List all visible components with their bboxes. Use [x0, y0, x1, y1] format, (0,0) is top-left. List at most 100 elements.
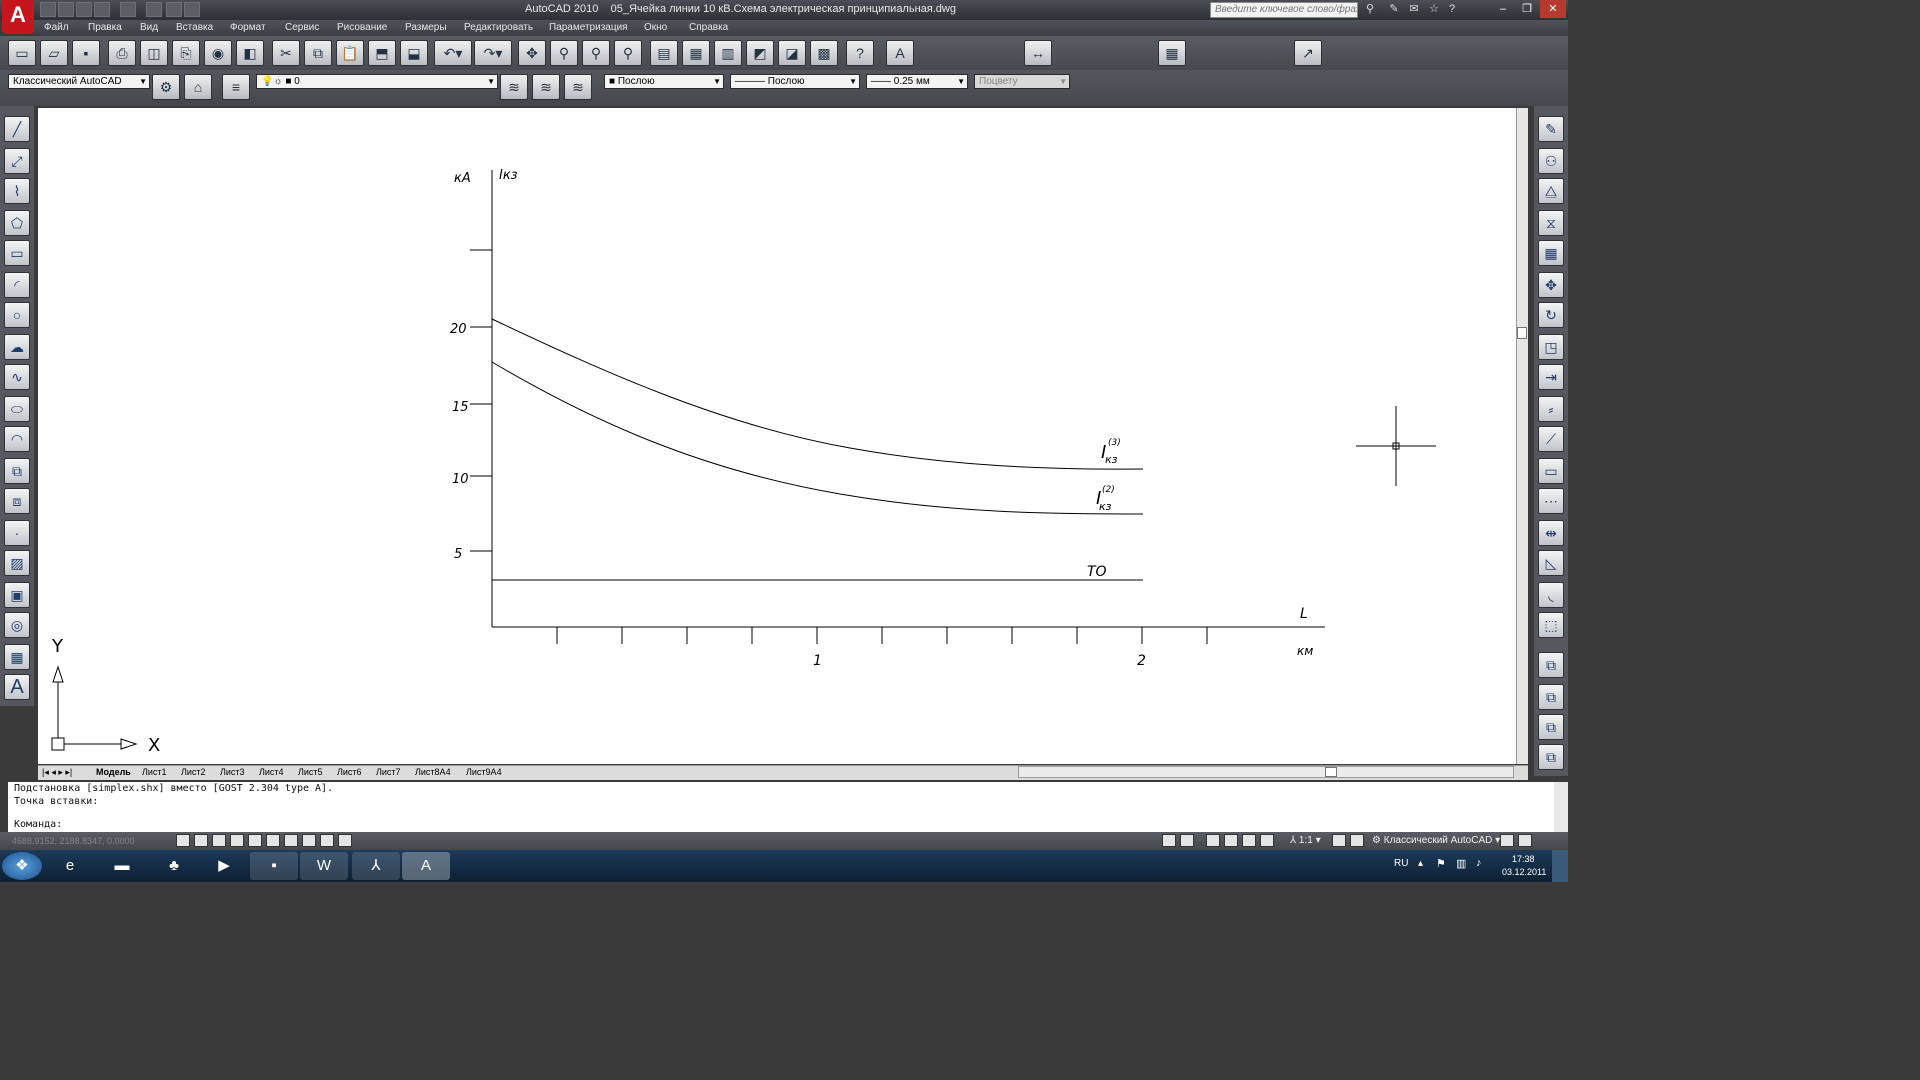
ortho-toggle[interactable]: [212, 834, 226, 847]
gradient-icon[interactable]: ▣: [4, 582, 30, 608]
help-button[interactable]: ?: [846, 40, 874, 66]
array-icon[interactable]: ▦: [1538, 240, 1564, 266]
layer-state-button[interactable]: ≋: [564, 74, 592, 100]
menu-item[interactable]: Справка: [689, 22, 728, 33]
zoom-status-button[interactable]: [1224, 834, 1238, 847]
horizontal-scrollbar[interactable]: [1018, 766, 1514, 778]
acrobat-icon[interactable]: ⅄: [352, 852, 400, 880]
command-scrollbar[interactable]: [1554, 782, 1568, 832]
annotation-scale[interactable]: ⅄ 1:1 ▾: [1290, 835, 1321, 846]
block-editor-button[interactable]: ⬓: [400, 40, 428, 66]
linetype-select[interactable]: ——— Послою ▼: [730, 74, 860, 89]
scale-icon[interactable]: ◳: [1538, 334, 1564, 360]
zoom-realtime-button[interactable]: ⚲: [550, 40, 578, 66]
revision-cloud-icon[interactable]: ☁: [4, 334, 30, 360]
close-file-icon[interactable]: [184, 2, 200, 17]
menu-item[interactable]: Файл: [44, 22, 69, 33]
draw-order-back-icon[interactable]: ⧉: [1538, 684, 1564, 710]
polygon-icon[interactable]: ⬠: [4, 210, 30, 236]
zoom-window-button[interactable]: ⚲: [582, 40, 610, 66]
table-icon[interactable]: ▦: [4, 644, 30, 670]
command-window[interactable]: Подстановка [simplex.shx] вместо [GOST 2…: [8, 782, 1554, 832]
lineweight-select[interactable]: —— 0.25 мм ▼: [866, 74, 968, 89]
vertical-scroll-thumb[interactable]: [1517, 327, 1527, 339]
communication-icon[interactable]: ✉: [1406, 2, 1422, 17]
ellipse-icon[interactable]: ⬭: [4, 396, 30, 422]
menu-item[interactable]: Параметризация: [549, 22, 628, 33]
paste-button[interactable]: 📋: [336, 40, 364, 66]
tools-icon[interactable]: ✎: [1386, 2, 1402, 17]
new-file-button[interactable]: ▭: [8, 40, 36, 66]
tab-layout[interactable]: Лист7: [376, 767, 401, 777]
draw-order-front-icon[interactable]: ⧉: [1538, 652, 1564, 678]
tab-nav-first[interactable]: |◂ ◂ ▸ ▸|: [42, 767, 72, 778]
autocad-icon[interactable]: A: [402, 852, 450, 880]
save-app-icon[interactable]: ▪: [250, 852, 298, 880]
spline-icon[interactable]: ∿: [4, 364, 30, 390]
make-block-icon[interactable]: ⧈: [4, 488, 30, 514]
workspace-save-button[interactable]: ⌂: [184, 74, 212, 100]
polyline-icon[interactable]: ⌇: [4, 178, 30, 204]
menu-item[interactable]: Правка: [88, 22, 122, 33]
explode-icon[interactable]: ⬚: [1538, 612, 1564, 638]
ducs-toggle[interactable]: [284, 834, 298, 847]
tray-arrow-icon[interactable]: ▴: [1418, 858, 1423, 869]
tab-layout[interactable]: Лист6: [337, 767, 362, 777]
volume-icon[interactable]: ♪: [1476, 857, 1482, 869]
3d-dwf-button[interactable]: ◉: [204, 40, 232, 66]
clean-screen-button[interactable]: [1518, 834, 1532, 847]
line-icon[interactable]: ╱: [4, 116, 30, 142]
tab-layout[interactable]: Лист3: [220, 767, 245, 777]
osnap-toggle[interactable]: [248, 834, 262, 847]
copy-object-icon[interactable]: ⚇: [1538, 148, 1564, 174]
dim-style-icon[interactable]: ↔: [1024, 40, 1052, 66]
rectangle-icon[interactable]: ▭: [4, 240, 30, 266]
offset-icon[interactable]: ⧖: [1538, 210, 1564, 236]
otrack-toggle[interactable]: [266, 834, 280, 847]
close-icon[interactable]: ✕: [1540, 0, 1566, 18]
plot-button[interactable]: ⎙: [108, 40, 136, 66]
etransmit-button[interactable]: ◧: [236, 40, 264, 66]
vertical-scrollbar[interactable]: [1516, 108, 1528, 764]
command-prompt[interactable]: Команда:: [14, 818, 1554, 831]
plot-preview-button[interactable]: ◫: [140, 40, 168, 66]
network-icon[interactable]: ▥: [1456, 857, 1466, 870]
layer-select[interactable]: 💡☼ ■ 0 ▼: [256, 74, 498, 89]
tab-layout[interactable]: Лист5: [298, 767, 323, 777]
new-icon[interactable]: [40, 2, 56, 17]
region-icon[interactable]: ◎: [4, 612, 30, 638]
make-current-layer-button[interactable]: ≋: [500, 74, 528, 100]
model-space-button[interactable]: [1162, 834, 1176, 847]
redo-icon[interactable]: [120, 2, 136, 17]
menu-item[interactable]: Вид: [140, 22, 158, 33]
break-icon[interactable]: ⋯: [1538, 488, 1564, 514]
color-select[interactable]: ■ Послою ▼: [604, 74, 724, 89]
move-icon[interactable]: ✥: [1538, 272, 1564, 298]
ellipse-arc-icon[interactable]: ◠: [4, 426, 30, 452]
tab-layout[interactable]: Лист8А4: [415, 767, 451, 777]
horizontal-scroll-thumb[interactable]: [1325, 767, 1337, 777]
maximize-icon[interactable]: ❐: [1514, 0, 1540, 18]
lwt-toggle[interactable]: [320, 834, 334, 847]
minimize-icon[interactable]: –: [1490, 0, 1516, 18]
construction-line-icon[interactable]: ⤢: [4, 148, 30, 174]
menu-item[interactable]: Вставка: [176, 22, 213, 33]
break-at-point-icon[interactable]: ▭: [1538, 458, 1564, 484]
drawing-area[interactable]: кА Iкз 20 15 10 5 1 2 L км I кз (3) I кз…: [38, 108, 1516, 764]
qp-toggle[interactable]: [338, 834, 352, 847]
arc-icon[interactable]: ◜: [4, 272, 30, 298]
lock-icon[interactable]: [1500, 834, 1514, 847]
clock-date[interactable]: 03.12.2011: [1502, 867, 1546, 877]
multiline-text-icon[interactable]: A: [4, 674, 30, 700]
tool-palettes-button[interactable]: ▥: [714, 40, 742, 66]
workspace-switch[interactable]: ⚙ Классический AutoCAD ▾: [1372, 835, 1500, 846]
tab-layout[interactable]: Лист2: [181, 767, 206, 777]
table-style-icon[interactable]: ▦: [1158, 40, 1186, 66]
search-input[interactable]: Введите ключевое слово/фразу: [1210, 2, 1358, 18]
multileader-style-icon[interactable]: ↗: [1294, 40, 1322, 66]
mirror-icon[interactable]: ⧋: [1538, 178, 1564, 204]
layer-properties-button[interactable]: ≡: [222, 74, 250, 100]
explorer-folder-icon[interactable]: ▬: [98, 852, 146, 880]
menu-item[interactable]: Рисование: [337, 22, 387, 33]
sheet-set-button[interactable]: ◩: [746, 40, 774, 66]
